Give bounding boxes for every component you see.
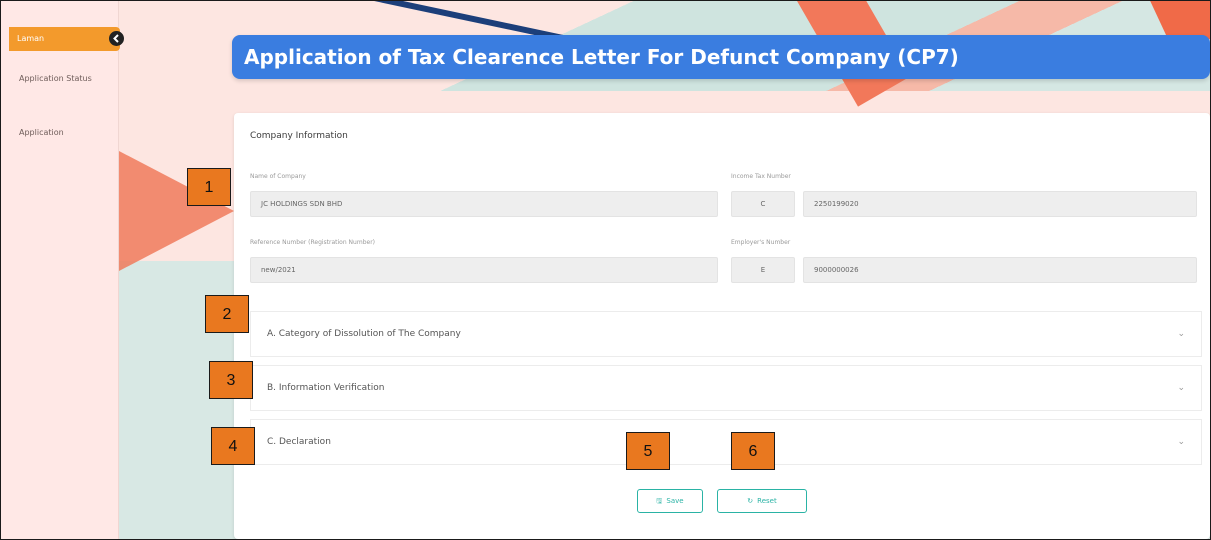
- chevron-down-icon[interactable]: ⌄: [1177, 437, 1185, 447]
- reset-icon: ↻: [747, 497, 754, 505]
- chevron-down-icon[interactable]: ⌄: [1177, 329, 1185, 339]
- company-info-heading: Company Information: [250, 131, 348, 141]
- section-b-label: B. Information Verification: [267, 383, 385, 393]
- name-of-company-field[interactable]: JC HOLDINGS SDN BHD: [250, 191, 718, 217]
- callout-2: 2: [205, 295, 249, 333]
- income-tax-number-label: Income Tax Number: [731, 173, 791, 180]
- sidebar-item-application-status[interactable]: Application Status: [19, 73, 99, 84]
- employer-number-field[interactable]: 9000000026: [803, 257, 1197, 283]
- section-c-declaration[interactable]: C. Declaration ⌄: [250, 419, 1202, 465]
- income-tax-number-field[interactable]: 2250199020: [803, 191, 1197, 217]
- tax-prefix-field[interactable]: C: [731, 191, 795, 217]
- callout-1: 1: [187, 168, 231, 206]
- callout-3: 3: [209, 361, 253, 399]
- save-button-label: Save: [666, 497, 684, 505]
- sidebar: Laman Application Status Application: [1, 1, 120, 539]
- section-b-information-verification[interactable]: B. Information Verification ⌄: [250, 365, 1202, 411]
- reference-number-field[interactable]: new/2021: [250, 257, 718, 283]
- sidebar-menu-home[interactable]: Laman: [9, 27, 120, 51]
- reset-button[interactable]: ↻ Reset: [717, 489, 807, 513]
- reference-number-label: Reference Number (Registration Number): [250, 239, 376, 246]
- section-a-label: A. Category of Dissolution of The Compan…: [267, 329, 461, 339]
- app-window: Laman Application Status Application App…: [0, 0, 1211, 540]
- reset-button-label: Reset: [757, 497, 777, 505]
- save-icon: 🖫: [656, 497, 663, 505]
- page-title: Application of Tax Clearence Letter For …: [232, 35, 1210, 79]
- employer-prefix-field[interactable]: E: [731, 257, 795, 283]
- callout-5: 5: [626, 432, 670, 470]
- section-a-category-of-dissolution[interactable]: A. Category of Dissolution of The Compan…: [250, 311, 1202, 357]
- chevron-down-icon[interactable]: ⌄: [1177, 383, 1185, 393]
- sidebar-item-application[interactable]: Application: [19, 127, 64, 138]
- callout-6: 6: [731, 432, 775, 470]
- chevron-left-icon[interactable]: [109, 31, 124, 46]
- section-c-label: C. Declaration: [267, 437, 331, 447]
- callout-4: 4: [211, 427, 255, 465]
- employer-number-label: Employer's Number: [731, 239, 791, 246]
- save-button[interactable]: 🖫 Save: [637, 489, 703, 513]
- name-of-company-label: Name of Company: [250, 173, 306, 180]
- company-form-card: Company Information Name of Company JC H…: [234, 113, 1210, 539]
